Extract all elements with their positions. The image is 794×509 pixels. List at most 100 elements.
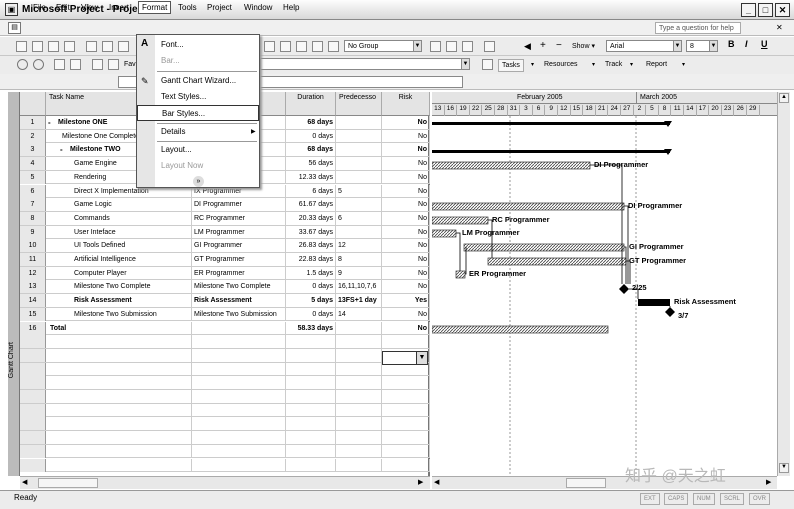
task-name-cell[interactable]	[46, 417, 192, 431]
zoom-out-icon[interactable]	[446, 41, 457, 52]
task-bar-ai[interactable]	[487, 257, 627, 266]
task-id-cell[interactable]	[20, 348, 46, 362]
predecessors-cell[interactable]: 14	[336, 307, 382, 321]
resource-cell[interactable]: GT Programmer	[192, 253, 286, 266]
duration-cell[interactable]	[286, 403, 336, 417]
task-name-cell[interactable]: Risk Assessment	[46, 294, 192, 308]
menu-view[interactable]: View	[78, 2, 101, 13]
favorites-label[interactable]: Fav	[124, 61, 136, 68]
task-name-cell[interactable]: User Inteface	[46, 225, 192, 239]
menu-help[interactable]: Help	[280, 2, 302, 13]
select-all-cell[interactable]	[20, 92, 46, 116]
maximize-button[interactable]: □	[758, 3, 773, 17]
predecessors-cell[interactable]	[336, 321, 382, 335]
task-name-cell[interactable]: Computer Player	[46, 266, 192, 280]
scroll-right-icon[interactable]: ▶	[766, 478, 771, 486]
risk-cell[interactable]	[382, 444, 430, 458]
dropdown-arrow-icon[interactable]: ▾	[531, 61, 534, 68]
goto-task-icon[interactable]	[462, 41, 473, 52]
risk-cell[interactable]: No	[382, 143, 430, 157]
task-id-cell[interactable]	[20, 376, 46, 390]
open-icon[interactable]	[32, 41, 43, 52]
predecessors-cell[interactable]: 9	[336, 266, 382, 280]
collapse-toggle-icon[interactable]: -	[60, 143, 63, 156]
show-button[interactable]: Show ▾	[572, 42, 595, 50]
help-icon[interactable]	[484, 41, 495, 52]
task-id-cell[interactable]: 9	[20, 225, 46, 239]
table-row[interactable]: 16 Total 58.33 days No	[20, 321, 430, 336]
dropdown-arrow-icon[interactable]: ▾	[592, 61, 595, 68]
resource-cell[interactable]: ER Programmer	[192, 266, 286, 280]
home-icon[interactable]	[92, 59, 103, 70]
predecessors-cell[interactable]	[336, 116, 382, 129]
risk-cell[interactable]: No	[382, 116, 430, 129]
task-info-icon[interactable]	[312, 41, 323, 52]
task-bar-risk-assessment[interactable]	[638, 299, 670, 306]
view-bar[interactable]: Gantt Chart	[8, 92, 20, 476]
task-name-cell[interactable]	[46, 403, 192, 417]
risk-cell[interactable]: No	[382, 129, 430, 143]
menu-item-layout[interactable]: Layout...	[137, 142, 259, 158]
task-bar-ui-tools[interactable]	[463, 243, 625, 252]
predecessors-cell[interactable]	[336, 458, 382, 472]
duration-cell[interactable]	[286, 348, 336, 362]
resource-cell[interactable]	[192, 348, 286, 362]
task-id-cell[interactable]: 14	[20, 294, 46, 308]
resource-cell[interactable]: GI Programmer	[192, 239, 286, 253]
predecessors-cell[interactable]	[336, 390, 382, 403]
menu-file[interactable]: File	[30, 2, 49, 13]
menu-item-details[interactable]: Details	[137, 124, 259, 140]
resource-cell[interactable]	[192, 431, 286, 445]
task-name-cell[interactable]	[46, 458, 192, 472]
task-id-cell[interactable]	[20, 417, 46, 431]
guide-track-button[interactable]: Track	[602, 59, 625, 72]
risk-cell[interactable]: No	[382, 321, 430, 335]
resource-cell[interactable]: RC Programmer	[192, 211, 286, 225]
predecessors-cell[interactable]: 13FS+1 day	[336, 294, 382, 308]
risk-cell[interactable]	[382, 335, 430, 349]
duration-cell[interactable]: 20.33 days	[286, 211, 336, 225]
scroll-left-icon[interactable]: ◀	[22, 478, 27, 486]
task-name-cell[interactable]: Milestone Two Submission	[46, 307, 192, 321]
task-id-cell[interactable]: 3	[20, 143, 46, 157]
predecessors-cell[interactable]	[336, 129, 382, 143]
address-combo[interactable]: ▼	[260, 58, 470, 70]
indent-icon[interactable]: +	[540, 40, 546, 51]
risk-cell[interactable]: No	[382, 307, 430, 321]
task-id-cell[interactable]	[20, 335, 46, 349]
menu-item-gantt-wizard[interactable]: Gantt Chart Wizard...	[137, 73, 259, 89]
guide-tasks-button[interactable]: Tasks	[498, 59, 524, 72]
task-id-cell[interactable]: 16	[20, 321, 46, 335]
print-icon[interactable]	[86, 41, 97, 52]
task-bar-total[interactable]	[432, 325, 609, 334]
split-icon[interactable]	[296, 41, 307, 52]
task-bar-game-engine[interactable]	[432, 161, 591, 170]
group-combo[interactable]: No Group ▼	[344, 40, 422, 52]
menu-window[interactable]: Window	[241, 2, 275, 13]
task-id-cell[interactable]: 6	[20, 184, 46, 198]
duration-cell[interactable]: 68 days	[286, 143, 336, 157]
resource-cell[interactable]: DI Programmer	[192, 198, 286, 212]
duration-cell[interactable]: 61.67 days	[286, 198, 336, 212]
duration-cell[interactable]: 12.33 days	[286, 170, 336, 184]
task-name-cell[interactable]: Total	[46, 321, 192, 335]
close-doc-icon[interactable]: ✕	[776, 23, 783, 32]
predecessors-cell[interactable]: 5	[336, 184, 382, 198]
scroll-right-icon[interactable]: ▶	[418, 478, 423, 486]
predecessors-cell[interactable]: 12	[336, 239, 382, 253]
dropdown-arrow-icon[interactable]: ▾	[630, 61, 633, 68]
risk-cell[interactable]: No	[382, 184, 430, 198]
duration-cell[interactable]	[286, 444, 336, 458]
resource-cell[interactable]	[192, 444, 286, 458]
notes-icon[interactable]	[328, 41, 339, 52]
scroll-left-icon[interactable]: ◀	[434, 478, 439, 486]
predecessors-cell[interactable]	[336, 431, 382, 445]
zoom-in-icon[interactable]	[430, 41, 441, 52]
resource-cell[interactable]: Milestone Two Submission	[192, 307, 286, 321]
menu-insert[interactable]: Insert	[106, 2, 132, 13]
task-id-cell[interactable]	[20, 362, 46, 376]
resource-cell[interactable]: Milestone Two Complete	[192, 280, 286, 294]
risk-cell[interactable]	[382, 417, 430, 431]
task-id-cell[interactable]	[20, 444, 46, 458]
task-id-cell[interactable]: 15	[20, 307, 46, 321]
